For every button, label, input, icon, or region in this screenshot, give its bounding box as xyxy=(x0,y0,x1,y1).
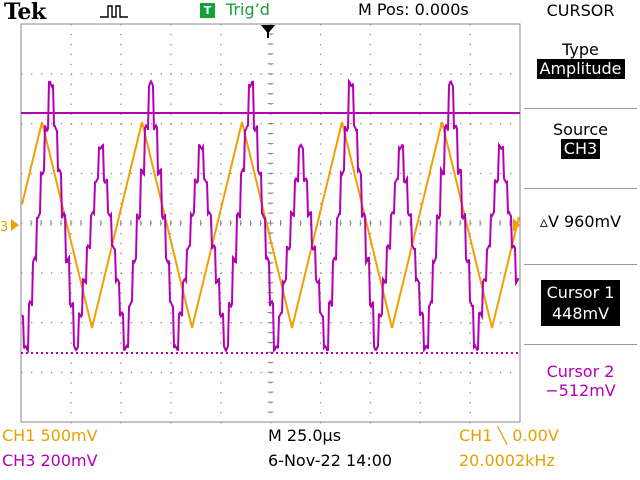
date-time: 6-Nov-22 14:00 xyxy=(268,451,393,470)
menu-title: CURSOR xyxy=(546,1,615,20)
source-menu-button[interactable]: Source CH3 xyxy=(524,120,637,159)
trigger-badge: T xyxy=(200,3,215,18)
menu-divider xyxy=(524,344,637,345)
timebase: M 25.0µs xyxy=(268,426,342,445)
cursor-2-value: −512mV xyxy=(545,381,616,400)
status-bar: Tek T Trig’d M Pos: 0.000s xyxy=(0,0,520,25)
waveform-display: 3 xyxy=(0,22,521,426)
trigger-status: Trig’d xyxy=(226,0,270,19)
source-value: CH3 xyxy=(560,139,601,159)
acquisition-icon xyxy=(100,5,128,18)
ch1-scale: CH1 500mV xyxy=(2,426,98,445)
channel-marker-icon xyxy=(11,219,19,231)
delta-readout: ▵V 960mV xyxy=(539,212,622,231)
menu-divider xyxy=(524,108,637,109)
cursor-2-label: Cursor 2 xyxy=(546,362,615,381)
menu-divider xyxy=(524,264,637,265)
menu-divider xyxy=(524,188,637,189)
cursor-1-value: 448mV xyxy=(551,304,610,323)
cursor-1-button[interactable]: Cursor 1 448mV xyxy=(524,280,637,326)
cursor-menu: CURSOR Type Amplitude Source CH3 ▵V 960m… xyxy=(521,0,640,480)
type-label: Type xyxy=(562,40,599,59)
source-label: Source xyxy=(553,120,608,139)
type-value: Amplitude xyxy=(536,59,625,79)
frequency-readout: 20.0002kHz xyxy=(459,451,555,470)
type-menu-button[interactable]: Type Amplitude xyxy=(524,40,637,79)
scope-graticule: 3 xyxy=(0,23,521,424)
cursor-1-label: Cursor 1 xyxy=(546,283,615,302)
trigger-readout: CH1 ╲ 0.00V xyxy=(459,426,559,445)
horizontal-position: M Pos: 0.000s xyxy=(358,0,469,19)
readout-bar: CH1 500mV CH3 200mV M 25.0µs 6-Nov-22 14… xyxy=(0,426,640,480)
ch3-scale: CH3 200mV xyxy=(2,451,98,470)
cursor-2-button[interactable]: Cursor 2 −512mV xyxy=(524,362,637,400)
ch-marker-label: 3 xyxy=(0,220,8,235)
